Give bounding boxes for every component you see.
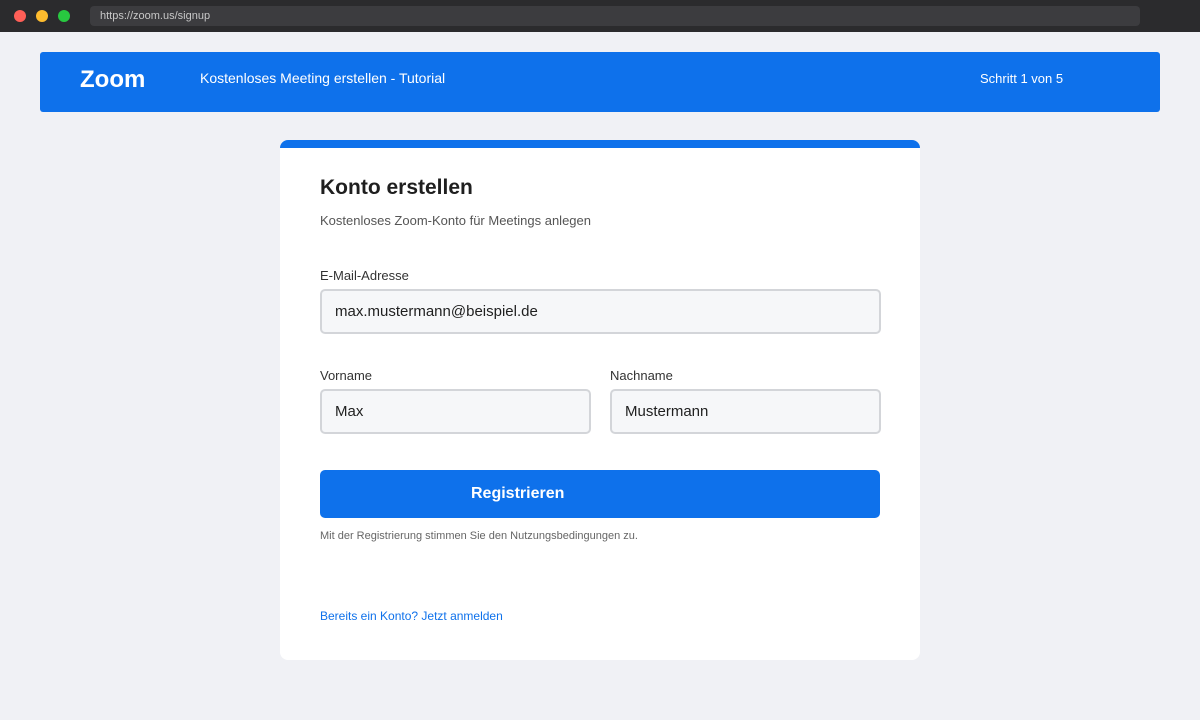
- card-accent-bar: [280, 140, 920, 148]
- form-title: Konto erstellen: [320, 176, 473, 199]
- zoom-logo: Zoom: [80, 66, 146, 93]
- login-link[interactable]: Bereits ein Konto? Jetzt anmelden: [320, 609, 503, 623]
- app-header: Zoom Kostenloses Meeting erstellen - Tut…: [40, 52, 1160, 112]
- header-title: Kostenloses Meeting erstellen - Tutorial: [200, 70, 446, 86]
- register-button[interactable]: Registrieren: [320, 470, 880, 518]
- first-name-field[interactable]: [320, 389, 591, 434]
- maximize-window-icon[interactable]: [58, 10, 70, 22]
- email-label: E-Mail-Adresse: [320, 268, 409, 283]
- address-bar[interactable]: https://zoom.us/signup: [90, 6, 1140, 26]
- browser-chrome: https://zoom.us/signup: [0, 0, 1200, 32]
- first-name-label: Vorname: [320, 368, 373, 383]
- minimize-window-icon[interactable]: [36, 10, 48, 22]
- email-field[interactable]: [320, 289, 881, 334]
- form-subtitle: Kostenloses Zoom-Konto für Meetings anle…: [320, 213, 591, 228]
- last-name-label: Nachname: [610, 368, 673, 383]
- last-name-field[interactable]: [610, 389, 881, 434]
- signup-card: Konto erstellen Kostenloses Zoom-Konto f…: [280, 140, 920, 660]
- close-window-icon[interactable]: [14, 10, 26, 22]
- terms-notice: Mit der Registrierung stimmen Sie den Nu…: [320, 530, 638, 542]
- step-indicator: Schritt 1 von 5: [980, 71, 1064, 86]
